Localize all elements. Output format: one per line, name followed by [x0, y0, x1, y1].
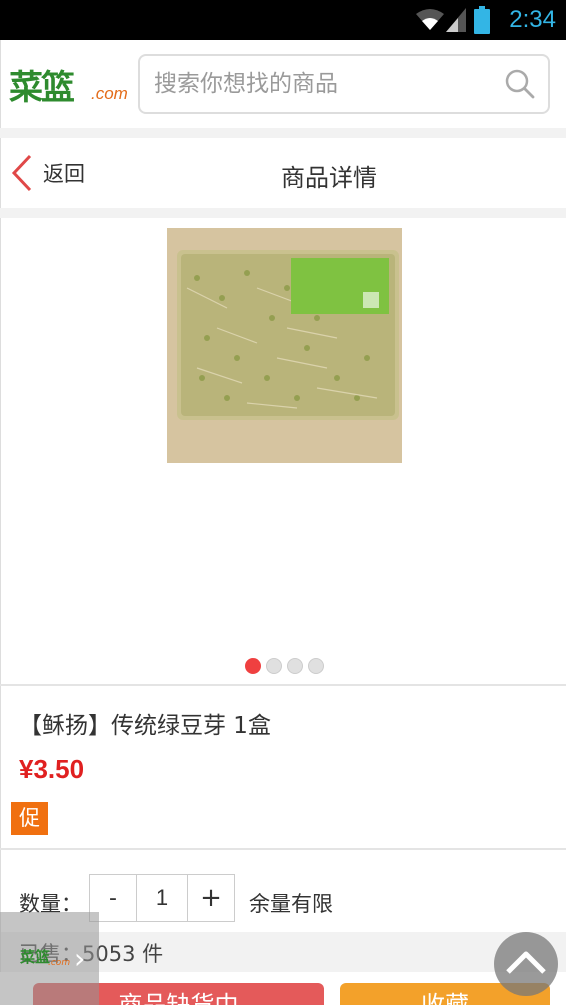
product-gallery[interactable] — [0, 218, 566, 684]
clock: 2:34 — [509, 6, 556, 33]
search-input[interactable] — [154, 68, 494, 100]
quantity-value[interactable]: 1 — [136, 875, 188, 921]
float-logo-text: 菜篮 — [20, 948, 51, 966]
page-title: 商品详情 — [281, 164, 377, 192]
nav-bar: 返回 商品详情 — [0, 138, 566, 208]
back-to-top-button[interactable] — [494, 932, 558, 996]
increase-button[interactable]: + — [188, 875, 234, 921]
status-bar: 2:34 — [0, 0, 566, 40]
stock-status: 余量有限 — [249, 892, 333, 916]
float-logo-domain: .com — [48, 958, 71, 968]
pagination-dot[interactable] — [266, 658, 282, 674]
site-logo[interactable]: 菜篮 .com — [9, 60, 128, 108]
gallery-pagination — [245, 658, 324, 674]
chevron-up-icon — [506, 951, 546, 974]
signal-icon — [446, 8, 466, 32]
pagination-dot[interactable] — [308, 658, 324, 674]
pagination-dot[interactable] — [287, 658, 303, 674]
battery-icon — [474, 6, 490, 34]
floating-menu-button[interactable]: 菜篮 .com › — [0, 912, 99, 1005]
product-image[interactable] — [167, 228, 402, 463]
product-info: 【稣扬】传统绿豆芽 1盒 ¥3.50 促 — [0, 686, 566, 848]
product-name: 【稣扬】传统绿豆芽 1盒 — [19, 713, 271, 739]
pagination-dot[interactable] — [245, 658, 261, 674]
wifi-icon — [416, 9, 444, 30]
bean-sprout-photo — [167, 228, 402, 463]
product-price: ¥3.50 — [19, 754, 85, 784]
logo-text: 菜篮 — [9, 68, 75, 108]
promo-badge: 促 — [11, 802, 48, 835]
logo-domain: .com — [91, 84, 128, 103]
quantity-stepper[interactable]: - 1 + — [89, 874, 235, 922]
chevron-right-icon: › — [74, 942, 86, 975]
divider — [0, 208, 566, 218]
search-box[interactable] — [138, 54, 550, 114]
top-bar: 菜篮 .com — [0, 40, 566, 128]
search-icon[interactable] — [504, 68, 536, 100]
divider — [0, 128, 566, 138]
